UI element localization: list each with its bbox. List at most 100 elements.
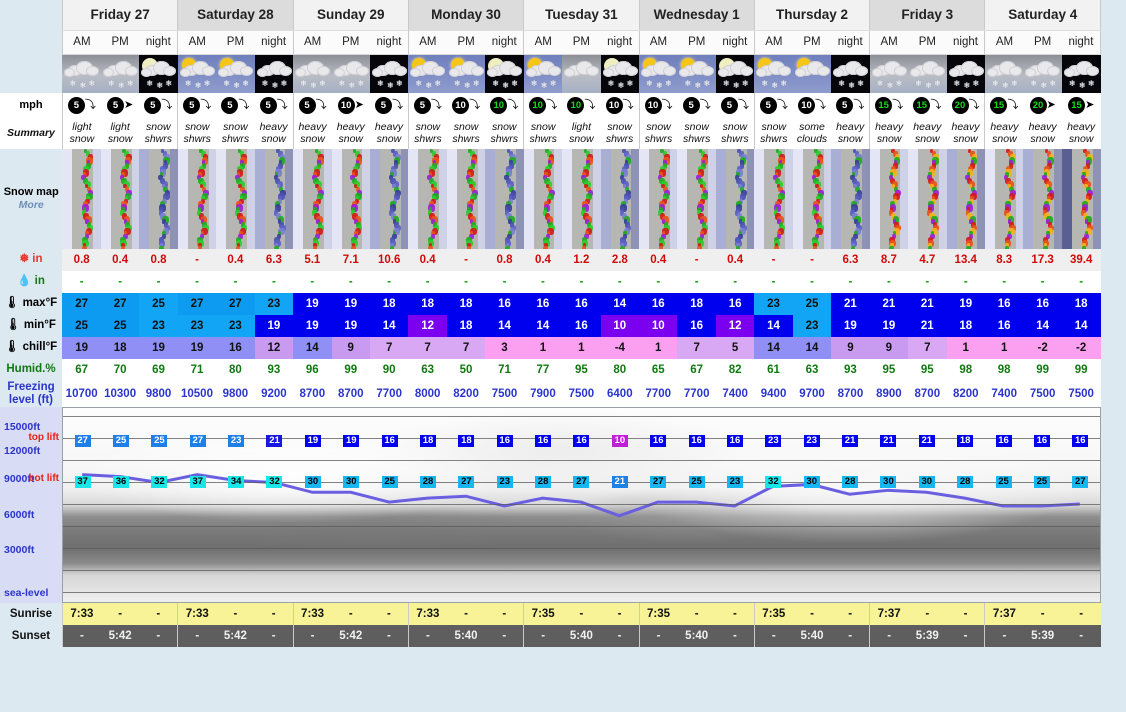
bot-lift-temp-badge-3: 32 (151, 475, 168, 488)
sunrise-row-cell-23: - (908, 602, 947, 625)
sunset-row-cell-3: - (139, 624, 178, 647)
chart-gridline-9 (63, 591, 1100, 593)
snow-map-thumbnail-7[interactable] (293, 148, 332, 249)
snow-map-thumbnail-2[interactable] (100, 148, 140, 249)
day-header-2[interactable]: Saturday 28 (177, 0, 294, 31)
snow-map-thumbnail-18[interactable] (715, 148, 755, 249)
summary-text: light snow (569, 120, 594, 145)
weather-icon-cloud-snow-night-6: ❄ ❄ ❄ (254, 54, 294, 93)
snow-map-thumbnail-11[interactable] (446, 148, 486, 249)
snow-amount-row-cell-27: 39.4 (1069, 253, 1093, 266)
map-precip-overlay (1042, 148, 1055, 249)
snow-map-thumbnail-19[interactable] (754, 148, 793, 249)
summary-text: some clouds (796, 120, 828, 145)
snow-map-thumbnail-5[interactable] (216, 148, 255, 249)
snow-map-thumbnail-21[interactable] (831, 148, 870, 249)
map-precip-overlay (888, 148, 901, 249)
wind-direction-arrow-icon: ➤ (354, 99, 364, 111)
freezing-level-row-cell-23: 8700 (914, 387, 941, 400)
min-temp-row-cell-18: 12 (715, 314, 755, 337)
snow-map-thumbnail-26[interactable] (1023, 148, 1062, 249)
map-precip-overlay (235, 148, 248, 249)
day-header-6[interactable]: Wednesday 1 (638, 0, 755, 31)
chart-canvas[interactable]: 27 25 25 27 23 21 19 19 16 18 18 16 16 16 10 16 16 16 23 23… (62, 406, 1101, 603)
day-header-1[interactable]: Friday 27 (61, 0, 179, 31)
day-header-8[interactable]: Friday 3 (869, 0, 986, 31)
freezing-level-row-cell-16: 7700 (638, 380, 678, 407)
sunrise-label: Sunrise (0, 602, 63, 625)
sunset-row-cell-7: - (292, 624, 332, 647)
snow-map-thumbnail-16[interactable] (639, 148, 678, 249)
snow-map-thumbnail-15[interactable] (600, 148, 640, 249)
bot-lift-temp-badge-1: 37 (74, 475, 91, 488)
cloud-icon (985, 57, 1023, 79)
day-header-9[interactable]: Saturday 4 (984, 0, 1101, 31)
period-night-day5: night (600, 30, 640, 55)
snow-map-thumbnail-14[interactable] (562, 148, 601, 249)
top-lift-temp-badge-8: 19 (343, 434, 360, 447)
max-temp-row-cell-5: 27 (216, 292, 255, 315)
wind-cell-14: 10 ⤵ (562, 92, 601, 119)
freezing-level-chart[interactable]: 27 25 25 27 23 21 19 19 16 18 18 16 16 16 10 16 16 16 23 23… (62, 406, 1101, 603)
max-temp-row-cell-20: 25 (792, 292, 832, 315)
snow-map-thumbnail-3[interactable] (139, 148, 178, 249)
snow-map-thumbnail-12[interactable] (485, 148, 524, 249)
freezing-level-row-cell-3: 9800 (145, 387, 172, 400)
period-am-day8: AM (869, 30, 909, 55)
bot-lift-temp-badge-5: 34 (228, 475, 245, 488)
period-pm-day5: PM (562, 30, 601, 55)
rain-amount-row-cell-11: - (464, 275, 468, 288)
wind-speed-badge: 5 (720, 97, 738, 114)
freezing-level-label: Freezing level (ft) (0, 380, 63, 407)
snow-map-thumbnail-13[interactable] (523, 148, 563, 249)
wind-speed-badge: 10 (605, 97, 623, 114)
snowflake-icon: ❄ (376, 78, 384, 88)
snow-map-thumbnail-6[interactable] (254, 148, 294, 249)
snowflake-icon: ❄ (732, 80, 740, 90)
snow-map-thumbnail-23[interactable] (908, 148, 947, 249)
top-lift-temp-badge-5: 23 (228, 434, 245, 447)
wind-cell-3: 5 ⤵ (139, 92, 178, 119)
bot-lift-temp-badge-22: 30 (880, 475, 897, 488)
rain-amount-row-cell-12: - (502, 275, 507, 288)
map-east-side (1054, 148, 1062, 249)
map-east-side (246, 148, 255, 249)
snowflake-icon: ❄ (88, 78, 96, 88)
snow-map-thumbnail-4[interactable] (177, 148, 217, 249)
snow-map-thumbnail-10[interactable] (408, 148, 447, 249)
snowflake-icon: ❄ (771, 80, 779, 90)
icon-row-label (0, 54, 63, 93)
snow-map-thumbnail-20[interactable] (792, 148, 832, 249)
humidity-row-cell-14: 95 (574, 363, 588, 376)
day-header-5[interactable]: Tuesday 31 (523, 0, 640, 31)
sunrise-row-cell-15: - (600, 602, 640, 625)
sunset-row-cell-23: 5:39 (908, 624, 947, 647)
snow-map-thumbnail-24[interactable] (946, 148, 985, 249)
rain-amount-row-cell-22: - (869, 270, 909, 293)
day-header-7[interactable]: Thursday 2 (753, 0, 871, 31)
bot-lift-temp-badge-23: 30 (918, 475, 935, 488)
snow-amount-row-cell-13: 0.4 (523, 248, 563, 271)
snow-map-thumbnail-27[interactable] (1061, 148, 1101, 249)
day-header-4[interactable]: Monday 30 (407, 0, 525, 31)
snow-map-thumbnail-22[interactable] (869, 148, 909, 249)
snow-map-thumbnail-9[interactable] (369, 148, 409, 249)
min-temp-label-text: min°F (23, 318, 56, 331)
period-am-day4: AM (407, 30, 447, 55)
humidity-row-cell-22: 95 (869, 358, 909, 381)
weather-icon-cloud-day-14 (562, 54, 601, 93)
day-header-3[interactable]: Sunday 29 (292, 0, 409, 31)
min-temp-row-cell-14: 16 (562, 314, 601, 337)
wind-cell-2: 5 ➤ (100, 92, 140, 119)
sunset-row-cell-9: - (369, 624, 409, 647)
weather-icon-moon-cloud-snow-night-15: ❄ ❄ ❄ (600, 54, 640, 93)
snow-map-thumbnail-17[interactable] (677, 148, 716, 249)
sunrise-row-cell-13: 7:35 (523, 602, 563, 625)
snow-map-thumbnail-25[interactable] (984, 148, 1024, 249)
wind-direction-arrow-icon: ⤵ (930, 99, 942, 111)
wind-direction-arrow-icon: ⤵ (507, 99, 519, 111)
snow-map-thumbnail-8[interactable] (331, 148, 370, 249)
snow-map-more-link[interactable]: More (0, 199, 62, 211)
sunrise-row-cell-12: - (485, 602, 524, 625)
snow-map-thumbnail-1[interactable] (62, 148, 101, 249)
